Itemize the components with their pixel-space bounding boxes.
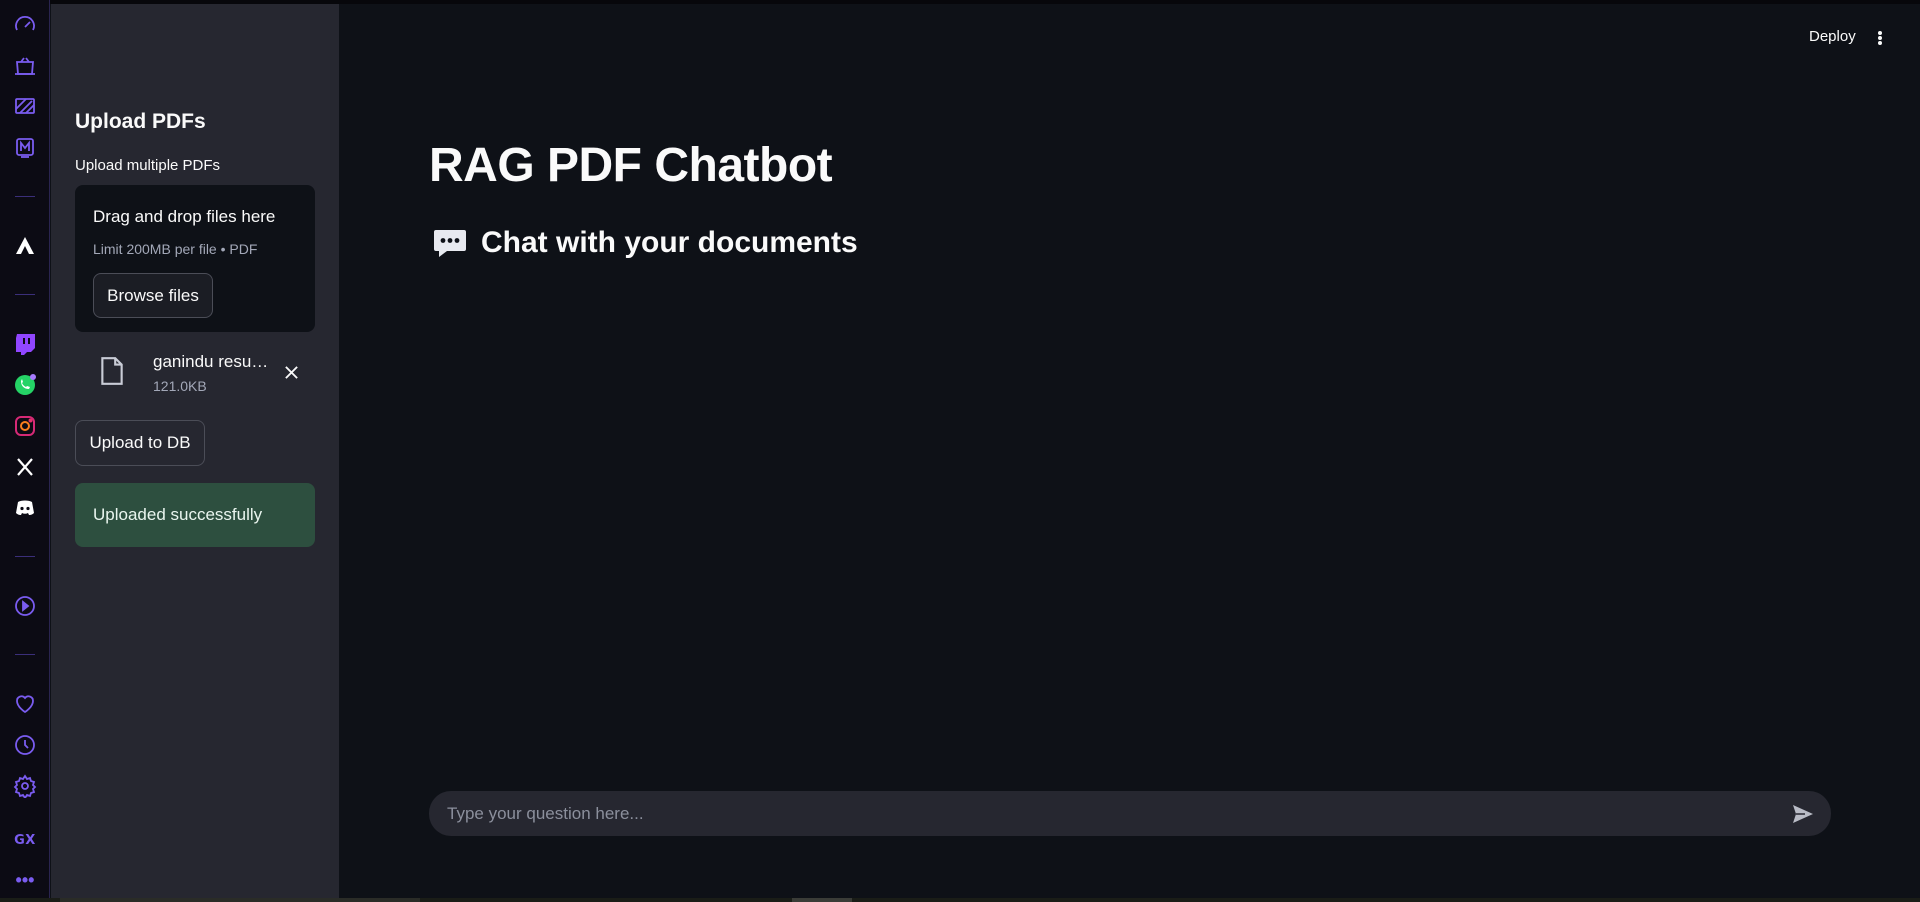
scrollbar-thumb[interactable] (60, 898, 420, 902)
send-icon[interactable] (1791, 802, 1815, 826)
instagram-icon[interactable] (11, 412, 39, 440)
uploader-label: Upload multiple PDFs (75, 157, 221, 174)
file-size: 121.0KB (153, 378, 207, 394)
close-icon (284, 365, 298, 379)
speech-balloon-icon (434, 230, 466, 257)
speed-dial-icon[interactable] (11, 11, 39, 39)
gx-label: GX (14, 832, 36, 848)
dropzone-limit-text: Limit 200MB per file • PDF (93, 241, 258, 257)
subheader-text: Chat with your documents (481, 226, 858, 259)
favorites-icon[interactable] (11, 690, 39, 718)
page-title: RAG PDF Chatbot (429, 139, 833, 192)
sidebar-title: Upload PDFs (75, 110, 206, 133)
main-content: Deploy RAG PDF Chatbot Chat with your do… (339, 4, 1920, 898)
chat-input[interactable] (447, 791, 1767, 836)
main-menu-icon[interactable] (1874, 28, 1886, 48)
deploy-button[interactable]: Deploy (1809, 28, 1856, 45)
browser-sidebar: GX ••• (0, 0, 50, 902)
whatsapp-icon[interactable] (11, 371, 39, 399)
page-subheader: Chat with your documents (433, 226, 858, 260)
app-sidebar: Upload PDFs Upload multiple PDFs Drag an… (51, 4, 339, 898)
aria-icon[interactable] (11, 232, 39, 260)
x-icon[interactable] (11, 453, 39, 481)
success-alert: Uploaded successfully (75, 483, 315, 547)
history-icon[interactable] (11, 731, 39, 759)
file-dropzone[interactable]: Drag and drop files here Limit 200MB per… (75, 185, 315, 332)
file-icon (101, 357, 123, 385)
scrollbar-thumb[interactable] (792, 898, 852, 902)
dropzone-title: Drag and drop files here (93, 207, 276, 226)
more-dots: ••• (15, 870, 35, 890)
rail-separator (15, 654, 35, 655)
uploaded-file-item: ganindu resu… 121.0KB (75, 346, 315, 400)
rail-separator (15, 294, 35, 295)
twitch-icon[interactable] (11, 330, 39, 358)
discord-icon[interactable] (11, 494, 39, 522)
wallet-icon[interactable] (11, 92, 39, 120)
remove-file-button[interactable] (279, 360, 303, 384)
video-player-icon[interactable] (11, 592, 39, 620)
player-icon[interactable] (11, 134, 39, 162)
shopping-icon[interactable] (11, 52, 39, 80)
gx-logo[interactable]: GX (11, 826, 39, 854)
browse-files-button[interactable]: Browse files (93, 273, 213, 318)
more-icon[interactable]: ••• (11, 866, 39, 894)
file-name: ganindu resu… (153, 352, 269, 371)
rail-separator (15, 556, 35, 557)
settings-icon[interactable] (11, 772, 39, 800)
rail-separator (15, 196, 35, 197)
upload-to-db-button[interactable]: Upload to DB (75, 420, 205, 466)
chat-input-container (429, 791, 1831, 836)
